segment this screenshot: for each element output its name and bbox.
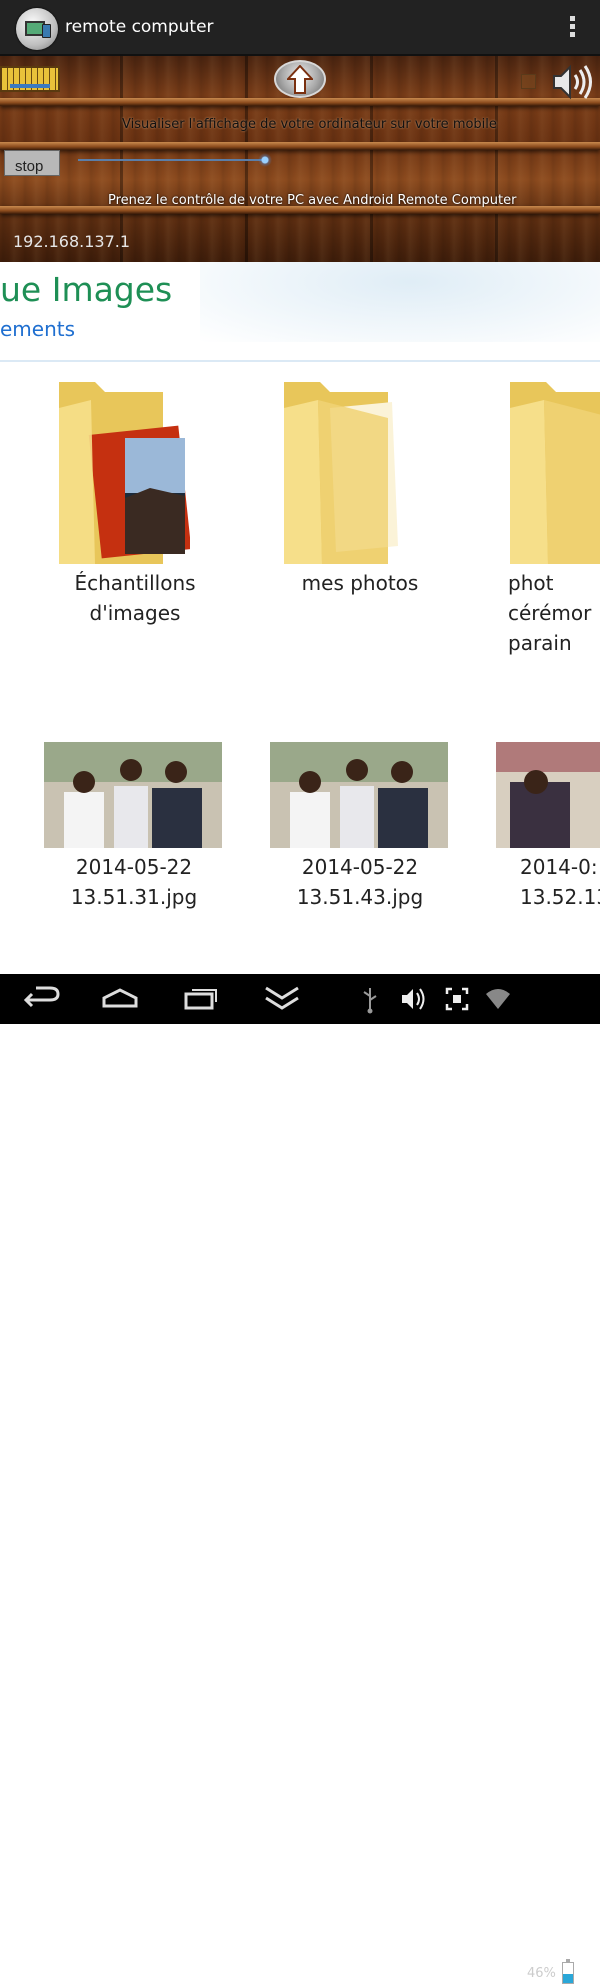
divider	[0, 360, 600, 362]
folder-label[interactable]: mes photos	[270, 568, 450, 598]
keyboard-icon[interactable]	[0, 66, 60, 92]
slider-thumb[interactable]	[258, 153, 272, 167]
folder-label[interactable]: Échantillons d'images	[45, 568, 225, 628]
arrow-up-icon	[287, 65, 313, 94]
back-icon[interactable]	[20, 974, 64, 1024]
stop-button[interactable]: stop	[4, 150, 60, 176]
heading-text: Visualiser l'affichage de votre ordinate…	[122, 117, 497, 132]
battery-percent: 46%	[527, 1966, 556, 1981]
remote-screen[interactable]: ue Images ements Échantillons d'images m…	[0, 262, 600, 974]
usb-icon	[363, 988, 377, 1014]
folder-samples[interactable]	[55, 378, 192, 568]
battery-icon	[562, 1959, 574, 1984]
remote-computer-app-icon[interactable]	[16, 8, 58, 50]
folder-photos-ceremonie[interactable]	[506, 378, 600, 568]
library-subtitle[interactable]: ements	[0, 317, 75, 341]
ip-address: 192.168.137.1	[13, 232, 131, 251]
quality-slider[interactable]	[78, 159, 266, 161]
battery-fill	[563, 1973, 573, 1983]
folder-icon	[510, 382, 600, 564]
home-icon[interactable]	[100, 974, 140, 1024]
photo-label[interactable]: 2014-0: 13.52.13	[520, 852, 600, 912]
photo-label[interactable]: 2014-05-22 13.51.43.jpg	[260, 852, 460, 912]
upload-button[interactable]	[274, 60, 326, 98]
toggle-checkbox[interactable]	[521, 74, 536, 89]
photo-thumbnail[interactable]	[44, 742, 222, 848]
photo-thumbnail[interactable]	[270, 742, 448, 848]
overflow-menu-icon[interactable]	[562, 14, 582, 42]
system-nav-bar: 46%	[0, 974, 600, 1984]
recent-apps-icon[interactable]	[182, 974, 222, 1024]
wifi-icon	[486, 989, 510, 1009]
tagline-text: Prenez le contrôle de votre PC avec Andr…	[108, 193, 517, 208]
action-bar: remote computer	[0, 0, 600, 56]
screenshot-icon[interactable]	[444, 974, 470, 1024]
control-panel: Visualiser l'affichage de votre ordinate…	[0, 56, 600, 262]
folder-icon	[59, 382, 192, 564]
folder-icon	[284, 382, 398, 564]
photo-label[interactable]: 2014-05-22 13.51.31.jpg	[34, 852, 234, 912]
library-title: ue Images	[0, 270, 173, 309]
hide-keyboard-icon[interactable]	[262, 974, 302, 1024]
phone-icon	[42, 24, 51, 38]
volume-icon[interactable]	[400, 974, 428, 1024]
folder-label[interactable]: phot cérémor parain	[500, 568, 600, 658]
speaker-icon[interactable]	[550, 62, 596, 102]
app-title: remote computer	[65, 17, 214, 37]
folder-mes-photos[interactable]	[280, 378, 405, 568]
photo-thumbnail[interactable]	[496, 742, 600, 848]
